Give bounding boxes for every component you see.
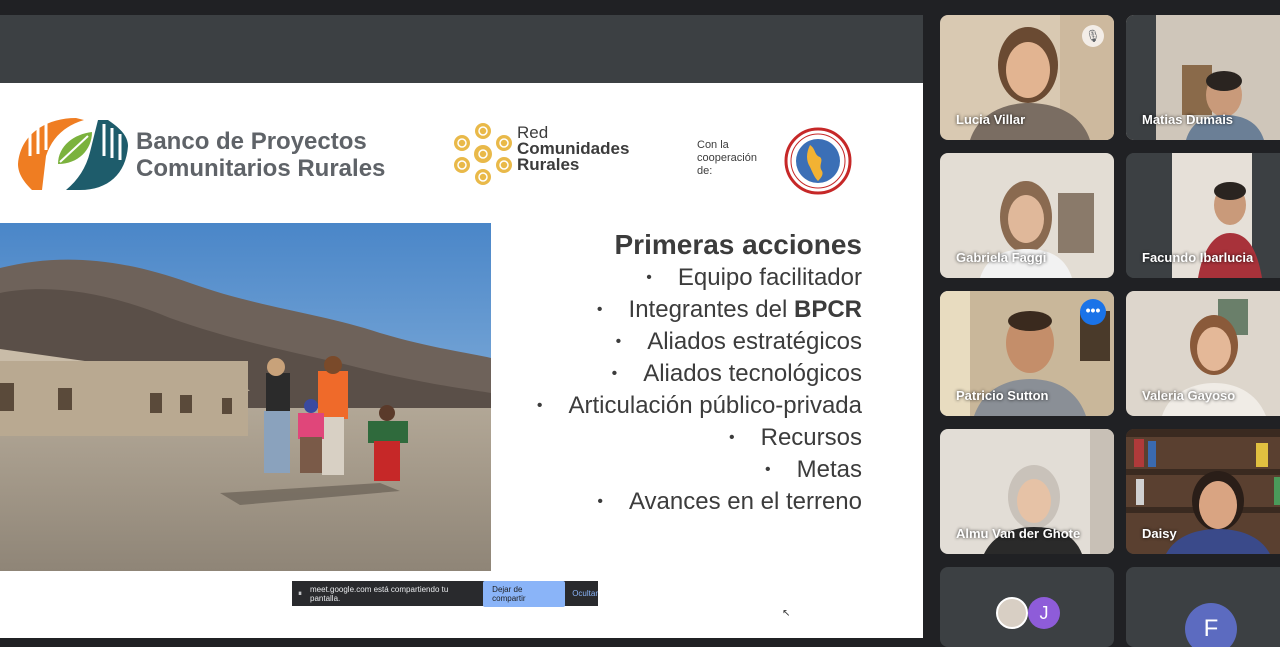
actions-section: Primeras acciones • Equipo facilitador • I… <box>537 228 862 518</box>
participant-tile[interactable]: Facundo Ibarlucia <box>1126 153 1280 278</box>
participant-avatar-f: F <box>1185 603 1237 647</box>
mic-off-icon: 🎙 <box>1082 25 1104 47</box>
participant-tile[interactable]: 🎙 Matias Dumais <box>1126 15 1280 140</box>
actions-heading: Primeras acciones <box>614 229 863 260</box>
action-item-text: Recursos <box>760 424 862 451</box>
action-item-5: • Articulación público-privada <box>537 390 862 422</box>
action-item-text: Integrantes del <box>628 296 794 323</box>
participant-tile[interactable]: Almu Van der Ghote <box>940 429 1114 554</box>
action-item-text: Aliados estratégicos <box>647 328 862 355</box>
screen-share-notice: ⏸ meet.google.com está compartiendo tu p… <box>292 580 598 607</box>
bullet-icon: • <box>765 461 771 478</box>
participant-name: Patricio Sutton <box>956 388 1049 403</box>
fundacion-interamericana-seal <box>784 127 852 195</box>
participant-tile[interactable]: 🎙 F <box>1126 567 1280 647</box>
participant-avatar-photo <box>996 597 1028 629</box>
rural-community-photo <box>0 223 491 571</box>
action-item-text: Metas <box>796 456 862 483</box>
actions-list: • Equipo facilitador • Integrantes del BPC… <box>537 262 862 518</box>
hide-button[interactable]: Ocultar <box>572 589 598 598</box>
action-item-3: • Aliados estratégicos <box>537 326 862 358</box>
action-item-4: • Aliados tecnológicos <box>537 358 862 390</box>
participant-name: Valeria Gayoso <box>1142 388 1236 403</box>
action-item-1: • Equipo facilitador <box>537 262 862 294</box>
mic-off-icon: 🎙 <box>1276 579 1280 601</box>
action-item-text: Articulación público-privada <box>568 392 862 419</box>
action-item-bold: BPCR <box>793 296 862 323</box>
presentation-top-bar <box>0 15 923 82</box>
action-item-8: • Avances en el terreno <box>537 486 862 518</box>
red-comunidades-logo <box>454 123 512 185</box>
bullet-icon: • <box>611 365 618 382</box>
action-item-text: Equipo facilitador <box>677 264 862 291</box>
participant-group-tile[interactable]: J <box>940 567 1114 647</box>
presentation-stage: Banco de Proyectos Comunitarios Rurales <box>0 15 923 638</box>
bpcr-title: Banco de Proyectos Comunitarios Rurales <box>136 128 385 182</box>
red-comunidades-title: Red Comunidades Rurales <box>517 124 629 174</box>
meet-window: Banco de Proyectos Comunitarios Rurales <box>0 0 1280 647</box>
participant-name: Lucia Villar <box>956 112 1026 127</box>
participant-tile[interactable]: 🎙 Valeria Gayoso <box>1126 291 1280 416</box>
stop-sharing-button[interactable]: Dejar de compartir <box>483 580 566 607</box>
share-message: meet.google.com está compartiendo tu pan… <box>310 584 449 603</box>
bullet-icon: • <box>596 301 603 318</box>
bullet-icon: • <box>615 333 622 350</box>
participant-tile-active-speaker[interactable]: ••• Patricio Sutton <box>940 291 1114 416</box>
bpcr-title-line2: Comunitarios Rurales <box>136 155 386 182</box>
action-item-text: Aliados tecnológicos <box>643 360 862 387</box>
bpcr-title-line1: Banco de Proyectos <box>136 128 367 155</box>
bpcr-hands-logo <box>18 118 128 190</box>
participant-name: Matias Dumais <box>1142 112 1234 127</box>
shared-slide: Banco de Proyectos Comunitarios Rurales <box>0 83 923 638</box>
participant-tile[interactable]: 🎙 Lucia Villar <box>940 15 1114 140</box>
participant-name: Facundo Ibarlucia <box>1142 250 1254 265</box>
participant-tile[interactable]: Daisy <box>1126 429 1280 554</box>
bullet-icon: • <box>646 269 652 286</box>
participant-avatar-j: J <box>1028 597 1060 629</box>
bullet-icon: • <box>597 493 603 510</box>
red-title-line3: Rurales <box>517 155 580 174</box>
coop-line3: de: <box>697 165 713 177</box>
participant-name: Gabriela Faggi <box>956 250 1047 265</box>
bullet-icon: • <box>729 429 735 446</box>
coop-line1: Con la <box>697 139 729 151</box>
participant-name: Daisy <box>1142 526 1177 541</box>
action-item-2: • Integrantes del BPCR <box>537 294 862 326</box>
more-options-icon[interactable]: ••• <box>1080 299 1106 325</box>
bullet-icon: • <box>536 397 543 414</box>
participant-tile[interactable]: Gabriela Faggi <box>940 153 1114 278</box>
pause-icon[interactable]: ⏸ <box>298 589 302 599</box>
cooperation-label: Con la cooperación de: <box>697 139 757 178</box>
coop-line2: cooperación <box>697 152 757 164</box>
action-item-6: • Recursos <box>537 422 862 454</box>
action-item-7: • Metas <box>537 454 862 486</box>
action-item-text: Avances en el terreno <box>628 488 862 515</box>
mouse-cursor-icon: ↖ <box>782 608 791 619</box>
participant-name: Almu Van der Ghote <box>956 526 1081 541</box>
